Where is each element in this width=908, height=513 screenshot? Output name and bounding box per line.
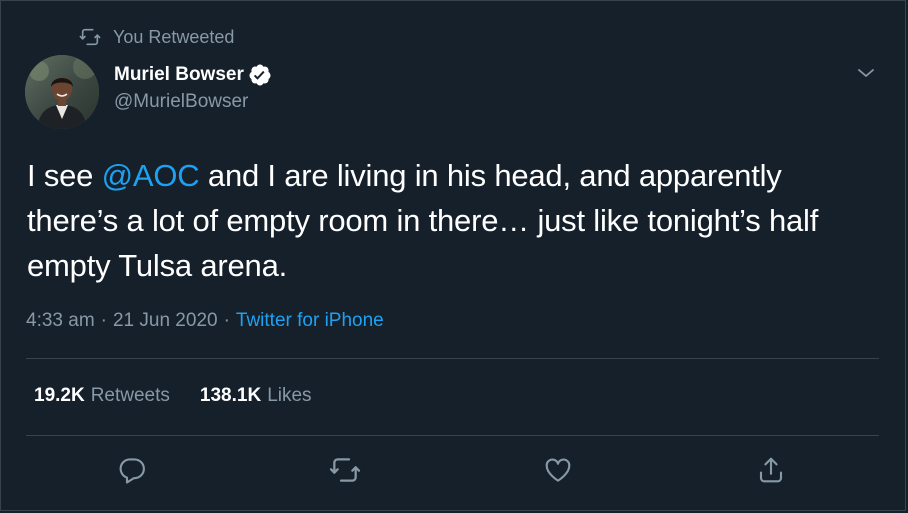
avatar[interactable]: [25, 55, 99, 129]
retweet-context-label: You Retweeted: [113, 26, 235, 47]
tweet-card: You Retweeted Muriel Bowser @MurielBowse…: [0, 0, 906, 511]
tweet-meta: 4:33 am · 21 Jun 2020 · Twitter for iPho…: [26, 310, 384, 332]
like-icon: [543, 455, 573, 490]
more-options-caret-icon[interactable]: [854, 61, 878, 85]
likes-label: Likes: [267, 385, 312, 406]
share-button[interactable]: [754, 455, 788, 489]
reply-icon: [117, 455, 147, 490]
tweet-text: I see @AOC and I are living in his head,…: [27, 153, 877, 288]
retweet-context: You Retweeted: [79, 25, 234, 49]
meta-separator: ·: [100, 310, 107, 331]
author-display-name[interactable]: Muriel Bowser: [114, 64, 244, 86]
divider: [26, 435, 879, 436]
likes-count: 138.1K: [199, 385, 262, 406]
like-button[interactable]: [541, 455, 575, 489]
share-icon: [756, 455, 786, 490]
retweet-icon: [79, 26, 101, 48]
retweets-label: Retweets: [90, 385, 170, 406]
retweets-count: 19.2K: [34, 385, 85, 406]
author-block[interactable]: Muriel Bowser @MurielBowser: [114, 61, 272, 113]
likes-stat[interactable]: 138.1K Likes: [200, 385, 312, 407]
tweet-source-link[interactable]: Twitter for iPhone: [236, 310, 384, 332]
divider: [26, 358, 879, 359]
engagement-stats: 19.2K Retweets 138.1K Likes: [34, 385, 342, 407]
reply-button[interactable]: [115, 455, 149, 489]
tweet-date[interactable]: 21 Jun 2020: [113, 310, 218, 332]
mention-link[interactable]: @AOC: [102, 158, 200, 193]
tweet-text-before: I see: [27, 158, 102, 193]
retweet-button[interactable]: [328, 455, 362, 489]
author-name-row: Muriel Bowser: [114, 61, 272, 89]
meta-separator: ·: [223, 310, 230, 331]
retweet-icon: [329, 454, 361, 491]
author-handle[interactable]: @MurielBowser: [114, 91, 272, 113]
retweets-stat[interactable]: 19.2K Retweets: [34, 385, 170, 407]
verified-badge-icon: [248, 63, 272, 87]
tweet-time[interactable]: 4:33 am: [26, 310, 95, 332]
